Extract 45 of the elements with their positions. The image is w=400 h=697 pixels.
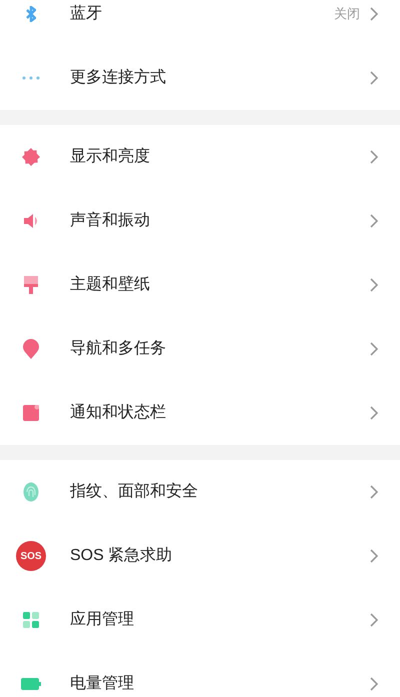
row-label: 应用管理: [70, 610, 135, 630]
settings-row[interactable]: 更多连接方式: [0, 46, 400, 110]
settings-row[interactable]: 蓝牙 关闭: [0, 0, 400, 46]
row-label: 显示和亮度: [70, 146, 151, 167]
chevron-icon: [370, 613, 378, 627]
row-label: 主题和壁纸: [70, 274, 151, 295]
row-label: 更多连接方式: [70, 68, 167, 88]
speaker-icon: [23, 214, 39, 228]
settings-row[interactable]: 声音和振动: [0, 189, 400, 253]
chevron-icon: [370, 485, 378, 499]
row-label: SOS 紧急求助: [70, 546, 174, 566]
apps-icon: [23, 612, 39, 628]
row-label: 指纹、面部和安全: [70, 482, 199, 502]
settings-row[interactable]: 通知和状态栏: [0, 381, 400, 445]
chevron-icon: [370, 71, 378, 85]
sos-icon: SOS: [16, 541, 46, 571]
row-label: 声音和振动: [70, 210, 151, 231]
chevron-icon: [370, 150, 378, 164]
settings-row[interactable]: 显示和亮度: [0, 125, 400, 189]
chevron-icon: [370, 214, 378, 228]
chevron-icon: [370, 342, 378, 356]
settings-row[interactable]: 指纹、面部和安全: [0, 460, 400, 524]
row-label: 导航和多任务: [70, 338, 167, 359]
notification-icon: [23, 405, 39, 421]
location-pin-icon: [23, 339, 39, 359]
settings-row[interactable]: 应用管理: [0, 588, 400, 652]
row-label: 通知和状态栏: [70, 402, 167, 423]
row-label: 电量管理: [70, 674, 135, 694]
chevron-icon: [370, 406, 378, 420]
settings-row[interactable]: 导航和多任务: [0, 317, 400, 381]
brush-icon: [23, 276, 39, 294]
row-value: 关闭: [334, 5, 360, 24]
chevron-icon: [370, 7, 378, 21]
settings-row[interactable]: 电量管理: [0, 652, 400, 697]
chevron-icon: [370, 677, 378, 691]
sun-icon: [22, 148, 40, 166]
row-label: 蓝牙: [70, 4, 103, 24]
chevron-icon: [370, 549, 378, 563]
battery-icon: [21, 678, 41, 690]
settings-row[interactable]: SOS SOS 紧急求助: [0, 524, 400, 588]
fingerprint-icon: [23, 482, 39, 502]
settings-row[interactable]: 主题和壁纸: [0, 253, 400, 317]
chevron-icon: [370, 278, 378, 292]
bluetooth-icon: [26, 6, 36, 22]
more-icon: [22, 76, 40, 80]
